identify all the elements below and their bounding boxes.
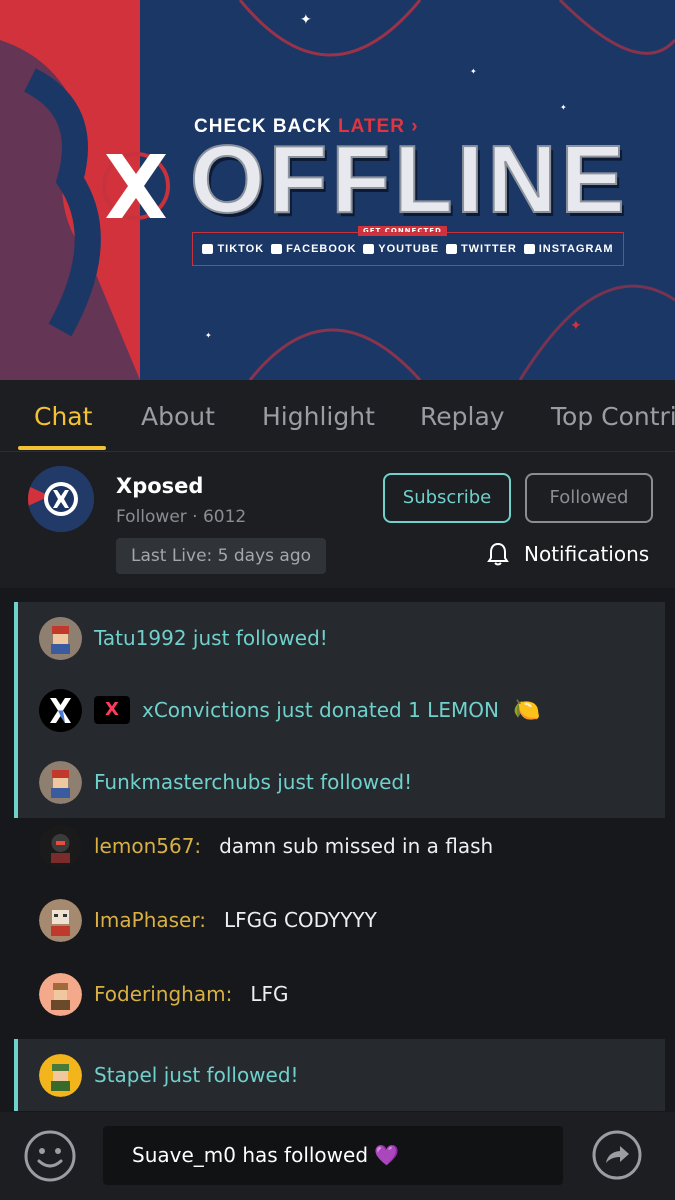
- youtube-icon: [363, 244, 375, 254]
- event-text: Funkmasterchubs just followed!: [94, 770, 413, 794]
- follower-count: Follower · 6012: [116, 507, 247, 527]
- follow-event: Stapel just followed!: [14, 1039, 665, 1111]
- user-avatar[interactable]: [39, 972, 82, 1016]
- channel-name: Xposed: [116, 474, 204, 498]
- xposed-avatar-icon: [28, 466, 94, 532]
- tab-highlight[interactable]: Highlight: [262, 402, 375, 431]
- svg-text:✦: ✦: [470, 67, 477, 76]
- chat-text: LFGG CODYYYY: [223, 908, 377, 932]
- channel-profile: Xposed Follower · 6012 Last Live: 5 days…: [0, 452, 675, 588]
- channel-tabs: Chat About Highlight Replay Top Contri: [0, 380, 675, 452]
- chat-username[interactable]: lemon567:: [94, 834, 201, 858]
- chat-text: LFG: [250, 982, 289, 1006]
- svg-text:✦: ✦: [205, 331, 212, 340]
- channel-avatar[interactable]: [28, 466, 94, 532]
- twitter-icon: [445, 244, 457, 254]
- user-avatar[interactable]: [39, 898, 82, 942]
- event-text: xConvictions just donated 1 LEMON: [142, 698, 499, 722]
- follow-event: Funkmasterchubs just followed!: [14, 746, 665, 818]
- offline-title: OFFLINE: [189, 126, 629, 233]
- last-live-badge: Last Live: 5 days ago: [116, 538, 327, 574]
- facebook-icon: [271, 244, 283, 254]
- chat-input[interactable]: Suave_m0 has followed 💜: [103, 1126, 563, 1185]
- chat-message: ImaPhaser: LFGG CODYYYY: [0, 890, 675, 950]
- smiley-icon[interactable]: [23, 1129, 77, 1183]
- user-avatar[interactable]: [39, 824, 82, 868]
- notifications-toggle[interactable]: Notifications: [486, 540, 649, 568]
- pixel-avatar-icon: [39, 1053, 82, 1097]
- event-text: Tatu1992 just followed!: [94, 626, 328, 650]
- svg-text:✦: ✦: [560, 103, 567, 112]
- offline-banner: ✦ ✦ ✦ ✦ ✦ CHECK BACK LATER › OFFLINE GET…: [0, 0, 675, 380]
- instagram-icon: [523, 244, 535, 254]
- share-arrow-icon[interactable]: [591, 1129, 643, 1181]
- active-tab-indicator: [18, 446, 106, 450]
- bell-icon: [487, 542, 509, 566]
- lemon-icon: 🍋: [512, 697, 541, 723]
- chat-message: lemon567: damn sub missed in a flash: [0, 816, 675, 876]
- tab-chat[interactable]: Chat: [34, 402, 92, 431]
- chat-username[interactable]: Foderingham:: [94, 982, 232, 1006]
- social-links: TIKTOK FACEBOOK YOUTUBE TWITTER INSTAGRA…: [192, 232, 624, 266]
- chat-message: Foderingham: LFG: [0, 964, 675, 1024]
- chat-text: damn sub missed in a flash: [219, 834, 494, 858]
- tab-replay[interactable]: Replay: [420, 402, 505, 431]
- x-logo-avatar: [39, 688, 82, 732]
- facebook-link: FACEBOOK: [271, 243, 356, 255]
- tiktok-link: TIKTOK: [202, 243, 264, 255]
- chat-input-bar: Suave_m0 has followed 💜: [0, 1112, 675, 1200]
- donation-event: X xConvictions just donated 1 LEMON 🍋: [14, 674, 665, 746]
- tab-about[interactable]: About: [141, 402, 215, 431]
- follow-event: Tatu1992 just followed!: [14, 602, 665, 674]
- event-text: Stapel just followed!: [94, 1063, 299, 1087]
- chat-username[interactable]: ImaPhaser:: [94, 908, 206, 932]
- followed-button[interactable]: Followed: [525, 473, 653, 523]
- pixel-avatar-icon: [39, 616, 82, 660]
- tab-top-contributors[interactable]: Top Contri: [551, 402, 675, 431]
- youtube-link: YOUTUBE: [363, 243, 439, 255]
- svg-text:✦: ✦: [570, 318, 582, 334]
- twitter-link: TWITTER: [445, 243, 517, 255]
- x-badge: X: [94, 696, 130, 724]
- notifications-label: Notifications: [524, 542, 650, 566]
- instagram-link: INSTAGRAM: [523, 243, 614, 255]
- svg-text:✦: ✦: [300, 12, 312, 28]
- tiktok-icon: [202, 244, 214, 254]
- subscribe-button[interactable]: Subscribe: [383, 473, 511, 523]
- pixel-avatar-icon: [39, 760, 82, 804]
- chat-feed[interactable]: Tatu1992 just followed! X xConvictions j…: [0, 588, 675, 1112]
